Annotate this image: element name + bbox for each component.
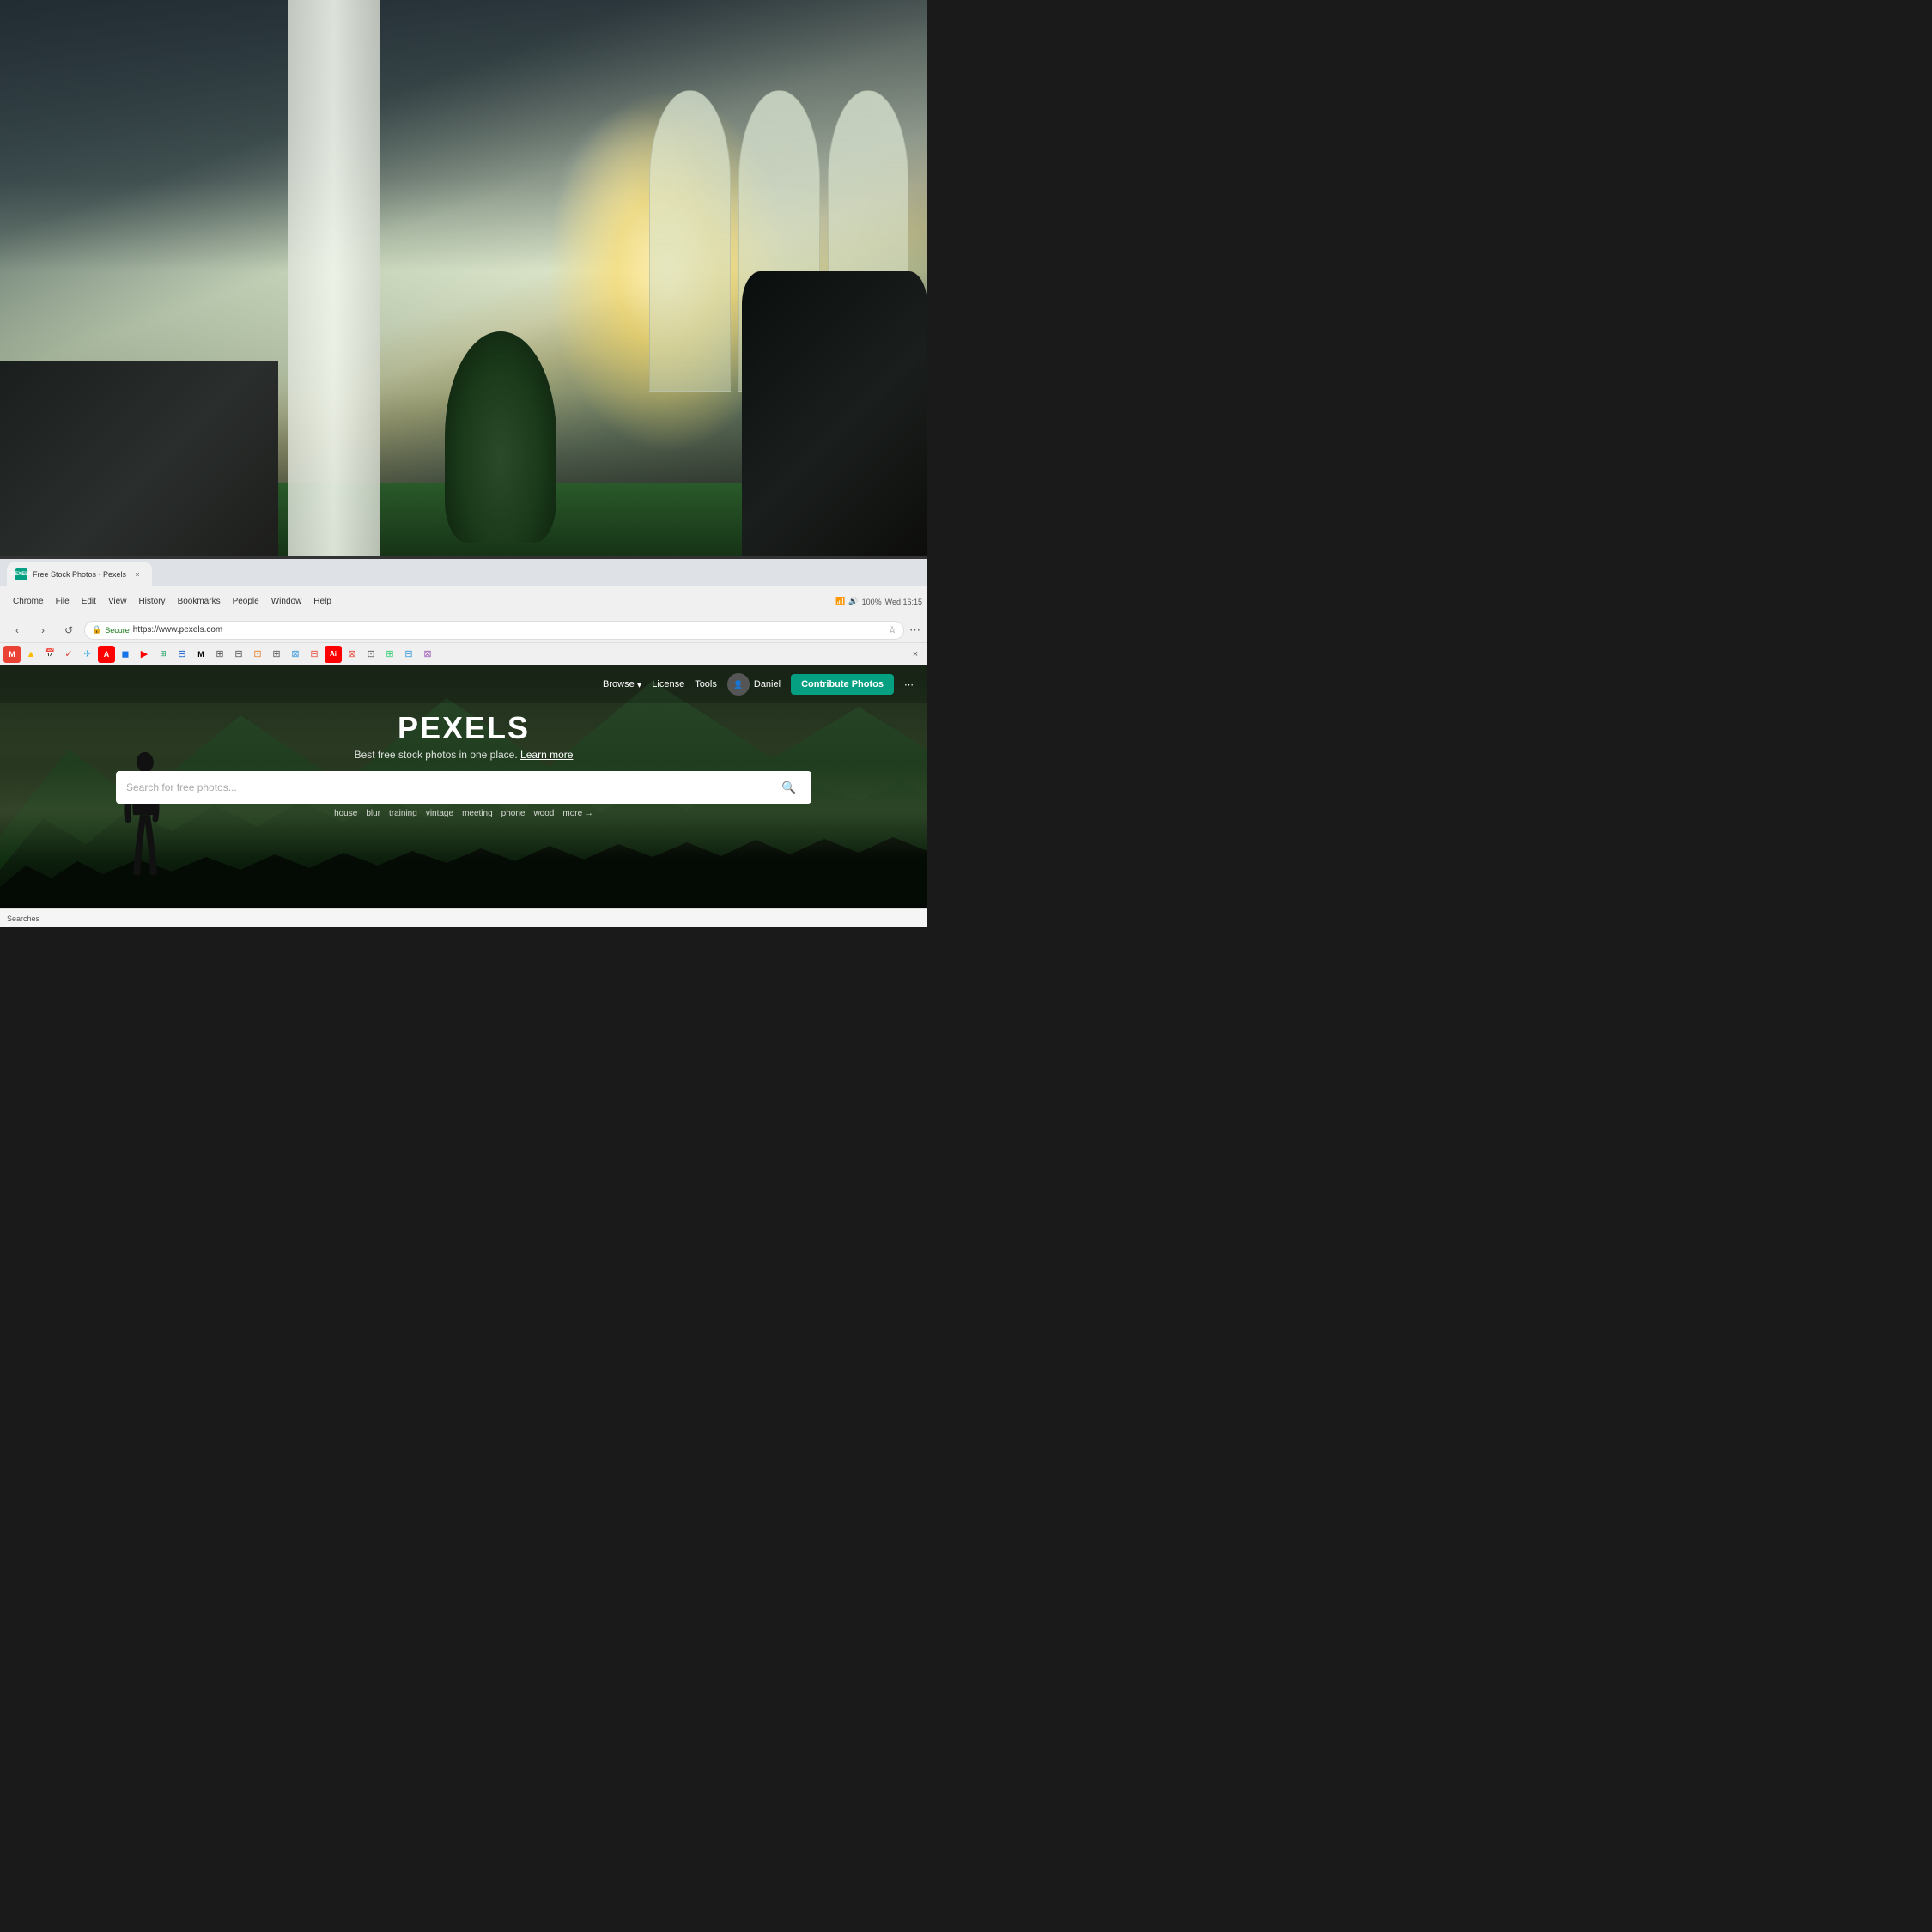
tools-link[interactable]: Tools [695, 679, 717, 690]
office-plant [445, 331, 556, 543]
browse-link[interactable]: Browse ▾ [603, 679, 641, 690]
pexels-search-bar[interactable]: Search for free photos... 🔍 [116, 771, 811, 804]
clock: Wed 16:15 [885, 598, 922, 606]
more-tags-link[interactable]: more → [562, 809, 593, 818]
telegram-icon[interactable]: ✈ [79, 646, 96, 663]
active-tab[interactable]: PEXELS Free Stock Photos · Pexels × [7, 562, 152, 586]
quick-tag-phone[interactable]: phone [501, 809, 526, 818]
menu-file[interactable]: File [53, 595, 72, 608]
user-avatar-area[interactable]: 👤 Daniel [727, 673, 781, 696]
ext-icon-5[interactable]: ⊞ [268, 646, 285, 663]
todoist-icon[interactable]: ✓ [60, 646, 77, 663]
adobe-icon[interactable]: Ai [325, 646, 342, 663]
chrome-menu-toolbar: Chrome File Edit View History Bookmarks … [0, 586, 927, 617]
tab-title: Free Stock Photos · Pexels [33, 570, 126, 579]
chrome-browser: PEXELS Free Stock Photos · Pexels × Chro… [0, 559, 927, 927]
quick-tag-house[interactable]: house [334, 809, 357, 818]
wifi-icon: 📶 [835, 597, 845, 606]
quick-tag-meeting[interactable]: meeting [462, 809, 493, 818]
youtube-icon[interactable]: ▶ [136, 646, 153, 663]
ext-icon-8[interactable]: ⊠ [343, 646, 361, 663]
pexels-hero-text-area: PEXELS Best free stock photos in one pla… [0, 713, 927, 818]
ext-icon-12[interactable]: ⊠ [419, 646, 436, 663]
address-bar-row: ‹ › ↺ 🔒 Secure https://www.pexels.com ☆ … [0, 617, 927, 643]
menu-bookmarks[interactable]: Bookmarks [175, 595, 223, 608]
menu-edit[interactable]: Edit [79, 595, 99, 608]
search-placeholder-text: Search for free photos... [126, 781, 770, 793]
battery-text: 100% [862, 598, 882, 606]
bookmark-icon[interactable]: ☆ [888, 624, 896, 635]
sheets-icon[interactable]: ⊞ [155, 646, 172, 663]
office-pillar [288, 0, 380, 603]
user-name: Daniel [754, 679, 781, 690]
pexels-search-wrapper: Search for free photos... 🔍 [116, 771, 811, 804]
secure-label: Secure [105, 626, 130, 635]
menu-view[interactable]: View [106, 595, 130, 608]
pexels-tagline: Best free stock photos in one place. Lea… [355, 749, 574, 761]
ext-icon-7[interactable]: ⊟ [306, 646, 323, 663]
chrome-tab-bar: PEXELS Free Stock Photos · Pexels × [0, 559, 927, 586]
search-magnifier-icon: 🔍 [781, 781, 796, 795]
extensions-icon[interactable]: ⋯ [909, 623, 920, 637]
toolbar-right-items: 📶 🔊 100% Wed 16:15 [835, 597, 922, 606]
office-chair [742, 271, 927, 603]
pdf-icon[interactable]: A [98, 646, 115, 663]
quick-tag-vintage[interactable]: vintage [426, 809, 453, 818]
menu-window[interactable]: Window [269, 595, 305, 608]
ext-icon-2[interactable]: ⊞ [211, 646, 228, 663]
calendar-icon[interactable]: 📅 [41, 646, 58, 663]
back-button[interactable]: ‹ [7, 620, 27, 641]
chrome-status-bar: Searches [0, 908, 927, 927]
search-submit-button[interactable]: 🔍 [777, 775, 801, 799]
user-avatar: 👤 [727, 673, 750, 696]
ext-icon-4[interactable]: ⊡ [249, 646, 266, 663]
quick-search-tags: house blur training vintage meeting phon… [334, 809, 593, 818]
pexels-navbar: Browse ▾ License Tools 👤 Daniel [0, 665, 927, 703]
pexels-nav-links: Browse ▾ License Tools 👤 Daniel [603, 673, 914, 696]
pexels-website: Browse ▾ License Tools 👤 Daniel [0, 665, 927, 908]
ext-icon-6[interactable]: ⊠ [287, 646, 304, 663]
quick-tag-training[interactable]: training [389, 809, 417, 818]
background-photo [0, 0, 927, 603]
google-drive-icon[interactable]: ▲ [22, 646, 39, 663]
extensions-row: M ▲ 📅 ✓ ✈ A ◼ ▶ ⊞ ⊟ M ⊞ ⊟ ⊡ ⊞ ⊠ ⊟ Ai ⊠ ⊡ [0, 643, 927, 665]
reload-button[interactable]: ↺ [58, 620, 79, 641]
laptop-bezel: PEXELS Free Stock Photos · Pexels × Chro… [0, 556, 927, 927]
tab-favicon: PEXELS [15, 568, 27, 580]
nav-more-button[interactable]: ⋯ [904, 679, 914, 690]
ext-icon-11[interactable]: ⊟ [400, 646, 417, 663]
gmail-extension-icon[interactable]: M [3, 646, 21, 663]
menu-people[interactable]: People [230, 595, 262, 608]
contribute-photos-button[interactable]: Contribute Photos [791, 674, 894, 695]
ext-icon-3[interactable]: ⊟ [230, 646, 247, 663]
menu-chrome[interactable]: Chrome [10, 595, 46, 608]
chrome-menu-items: Chrome File Edit View History Bookmarks … [5, 595, 339, 608]
lock-icon: 🔒 [92, 625, 101, 635]
volume-icon: 🔊 [848, 597, 858, 606]
menu-history[interactable]: History [136, 595, 167, 608]
ext-icon-close[interactable]: × [907, 646, 924, 663]
trello-icon[interactable]: ⊟ [173, 646, 191, 663]
forward-button[interactable]: › [33, 620, 53, 641]
pexels-hero: Browse ▾ License Tools 👤 Daniel [0, 665, 927, 908]
quick-tag-blur[interactable]: blur [366, 809, 380, 818]
medium-icon[interactable]: M [192, 646, 210, 663]
ext-icon-9[interactable]: ⊡ [362, 646, 380, 663]
quick-tag-wood[interactable]: wood [533, 809, 554, 818]
tab-close-button[interactable]: × [131, 568, 143, 580]
ext-icon-10[interactable]: ⊞ [381, 646, 398, 663]
address-bar-right-icons: ☆ [888, 624, 896, 635]
menu-help[interactable]: Help [311, 595, 334, 608]
learn-more-link[interactable]: Learn more [520, 749, 573, 761]
laptop-screen: PEXELS Free Stock Photos · Pexels × Chro… [0, 559, 927, 927]
url-text: https://www.pexels.com [133, 625, 222, 635]
window-arch-1 [649, 90, 731, 392]
address-bar[interactable]: 🔒 Secure https://www.pexels.com ☆ [84, 621, 904, 640]
ext-icon-1[interactable]: ◼ [117, 646, 134, 663]
browse-dropdown-icon: ▾ [637, 679, 642, 690]
status-text: Searches [7, 914, 39, 923]
license-link[interactable]: License [652, 679, 684, 690]
pexels-logo: PEXELS [398, 713, 530, 744]
